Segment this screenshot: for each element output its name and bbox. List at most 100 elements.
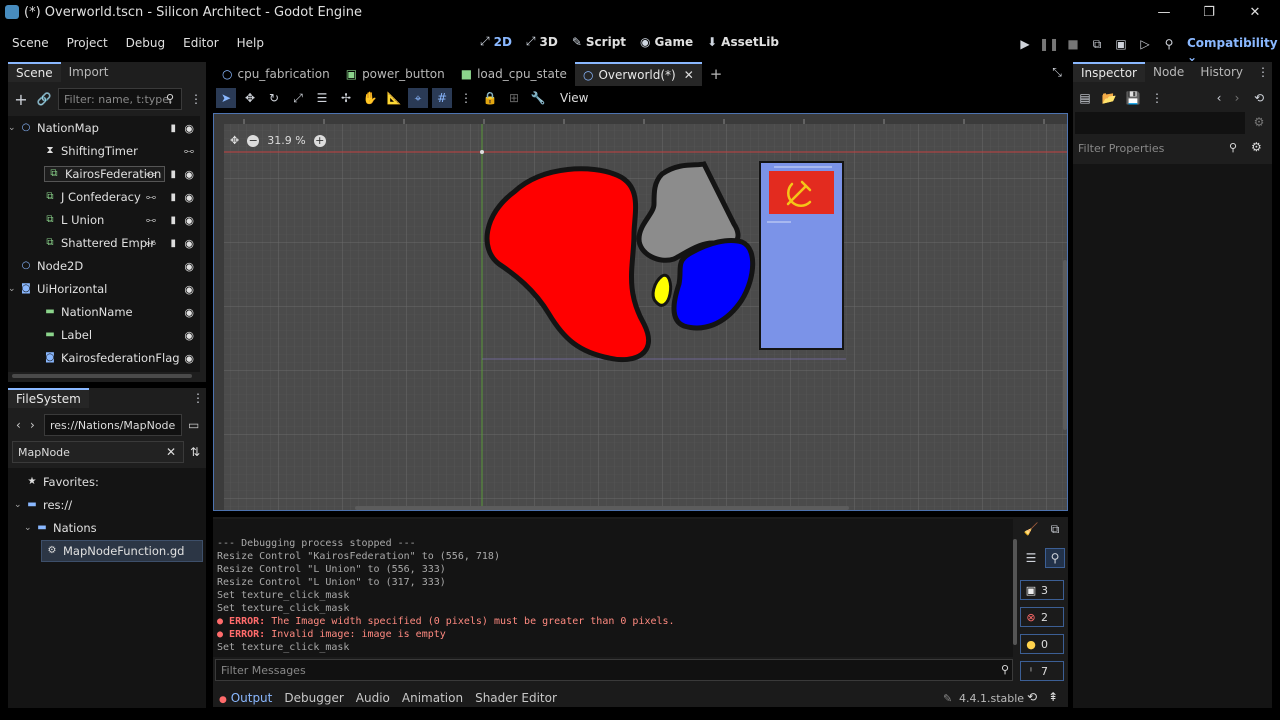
scene-tree-item[interactable]: ⌄ ○ NationMap ▮ ◉	[8, 117, 200, 139]
info-filter[interactable]: ⁱ7	[1020, 661, 1064, 681]
forward-icon[interactable]: ›	[1227, 88, 1247, 108]
messages-filter[interactable]: ▣ 3	[1020, 580, 1064, 600]
scene-tree-item[interactable]: ○ Node2D ◉	[8, 255, 200, 277]
tab-power-button[interactable]: ▣ power_button	[338, 62, 453, 86]
tab-inspector[interactable]: Inspector	[1073, 62, 1145, 82]
res-root-item[interactable]: ⌄ ▬ res://	[14, 494, 72, 516]
link-icon[interactable]: 🔗	[34, 89, 54, 109]
version-label[interactable]: 4.4.1.stable	[959, 692, 1024, 705]
scene-tree-item[interactable]: ▬ NationName ◉	[8, 301, 200, 323]
signal-icon[interactable]: ⧟	[146, 169, 156, 180]
move-tool-icon[interactable]: ✥	[240, 88, 260, 108]
chevron-down-icon[interactable]: ⌄	[8, 284, 16, 294]
signal-icon[interactable]: ⧟	[146, 215, 156, 226]
filter-settings-icon[interactable]: ⚙	[1251, 140, 1262, 154]
collapse-icon[interactable]: ☰	[1021, 548, 1041, 568]
add-tab-button[interactable]: +	[702, 62, 731, 86]
menu-dots-icon[interactable]: ⋮	[1253, 62, 1273, 82]
workspace-3d[interactable]: ⤢ 3D	[526, 34, 558, 49]
new-resource-icon[interactable]: ▤	[1075, 88, 1095, 108]
script-icon[interactable]: ▮	[170, 215, 176, 226]
scene-tree-item[interactable]: ⧗ ShiftingTimer ⧟	[8, 140, 200, 162]
warnings-filter[interactable]: ● 0	[1020, 634, 1064, 654]
ruler-tool-icon[interactable]: 📐	[384, 88, 404, 108]
remote-debug-icon[interactable]: ⧉	[1087, 34, 1107, 54]
object-menu-icon[interactable]: ⚙	[1249, 112, 1269, 132]
canvas-viewport[interactable]: ✥ − 31.9 % +	[213, 113, 1068, 511]
tab-load-cpu-state[interactable]: ■ load_cpu_state	[453, 62, 575, 86]
signal-icon[interactable]: ⧟	[146, 238, 156, 249]
path-field[interactable]	[44, 414, 182, 436]
tab-scene[interactable]: Scene	[8, 62, 61, 82]
visibility-eye-icon[interactable]: ◉	[184, 237, 194, 250]
tab-filesystem[interactable]: FileSystem	[8, 388, 89, 408]
close-tab-icon[interactable]: ✕	[684, 68, 694, 82]
back-icon[interactable]: ‹	[16, 418, 21, 432]
smart-snap-icon[interactable]: ⌖	[408, 88, 428, 108]
view-menu[interactable]: View	[560, 91, 588, 105]
grid-snap-icon[interactable]: #	[432, 88, 452, 108]
stop-icon[interactable]: ■	[1063, 34, 1083, 54]
tab-debugger[interactable]: Debugger	[284, 691, 343, 705]
add-node-icon[interactable]: +	[11, 89, 31, 109]
visibility-eye-icon[interactable]: ◉	[184, 214, 194, 227]
workspace-game[interactable]: ◉ Game	[640, 34, 693, 49]
menu-debug[interactable]: Debug	[126, 36, 165, 50]
tab-output[interactable]: ● Output	[219, 691, 272, 705]
filter-messages-input[interactable]	[215, 659, 1013, 681]
tab-shader-editor[interactable]: Shader Editor	[475, 691, 557, 705]
back-icon[interactable]: ‹	[1209, 88, 1229, 108]
file-mapnodefunction[interactable]: ⚙ MapNodeFunction.gd	[41, 540, 203, 562]
open-icon[interactable]: 📂	[1099, 88, 1119, 108]
play-custom-icon[interactable]: ⚲	[1159, 34, 1179, 54]
tab-overworld[interactable]: ○ Overworld(*) ✕	[574, 62, 702, 86]
scene-tree-scrollbar[interactable]	[12, 374, 192, 378]
minimize-button[interactable]: —	[1141, 0, 1187, 24]
renderer-select[interactable]: Compatibility ⌄	[1187, 36, 1280, 64]
play-scene-icon[interactable]: ▷	[1135, 34, 1155, 54]
signal-icon[interactable]: ⧟	[184, 146, 194, 157]
scene-tree-item[interactable]: ⧉ KairosFederation ⧟ ▮ ◉	[8, 163, 200, 185]
file-search-input[interactable]	[12, 441, 184, 463]
visibility-eye-icon[interactable]: ◉	[184, 122, 194, 135]
center-view-icon[interactable]: ✥	[230, 134, 239, 147]
scene-tree-item[interactable]: ⧉ J Confederacy ⧟ ▮ ◉	[8, 186, 200, 208]
save-icon[interactable]: 💾	[1123, 88, 1143, 108]
menu-dots-icon[interactable]: ⋮	[186, 89, 206, 109]
history-icon[interactable]: ⟲	[1027, 690, 1037, 704]
copy-icon[interactable]: ⧉	[1045, 519, 1065, 539]
script-icon[interactable]: ▮	[170, 169, 176, 180]
script-icon[interactable]: ▮	[170, 238, 176, 249]
rotate-tool-icon[interactable]: ↻	[264, 88, 284, 108]
visibility-eye-icon[interactable]: ◉	[184, 352, 194, 365]
forward-icon[interactable]: ›	[30, 418, 35, 432]
pin-icon[interactable]: ⇞	[1048, 690, 1058, 704]
favorites-item[interactable]: ★ Favorites:	[26, 471, 99, 493]
errors-filter[interactable]: ⊗ 2	[1020, 607, 1064, 627]
tab-audio[interactable]: Audio	[356, 691, 390, 705]
sort-icon[interactable]: ⇅	[190, 445, 200, 459]
output-log[interactable]: --- Debugging process stopped --- Resize …	[213, 519, 1013, 657]
workspace-2d[interactable]: ⤢ 2D	[480, 34, 512, 49]
scene-tree-item[interactable]: ▬ Label ◉	[8, 324, 200, 346]
split-view-icon[interactable]: ▭	[188, 418, 199, 432]
visibility-eye-icon[interactable]: ◉	[184, 260, 194, 273]
scale-tool-icon[interactable]: ⤢	[288, 88, 308, 108]
scene-tree-item[interactable]: ⧉ Shattered Empir ⧟ ▮ ◉	[8, 232, 200, 254]
scene-tree-item[interactable]: ◙ KairosfederationFlag ◉	[8, 347, 200, 369]
filter-properties-input[interactable]	[1073, 137, 1225, 159]
object-path-field[interactable]	[1075, 112, 1245, 134]
visibility-eye-icon[interactable]: ◉	[184, 283, 194, 296]
log-scrollbar[interactable]	[1013, 539, 1017, 645]
workspace-script[interactable]: ✎ Script	[572, 34, 626, 49]
workspace-assetlib[interactable]: ⬇ AssetLib	[707, 34, 779, 49]
scene-tree-item[interactable]: ⌄ ◙ UiHorizontal ◉	[8, 278, 200, 300]
play-icon[interactable]: ▶	[1015, 34, 1035, 54]
clear-icon[interactable]: ✕	[166, 445, 176, 459]
group-icon[interactable]: ⊞	[504, 88, 524, 108]
tab-animation[interactable]: Animation	[402, 691, 463, 705]
select-tool-icon[interactable]: ➤	[216, 88, 236, 108]
menu-editor[interactable]: Editor	[183, 36, 219, 50]
search-icon[interactable]: ⚲	[1045, 548, 1065, 568]
visibility-eye-icon[interactable]: ◉	[184, 168, 194, 181]
